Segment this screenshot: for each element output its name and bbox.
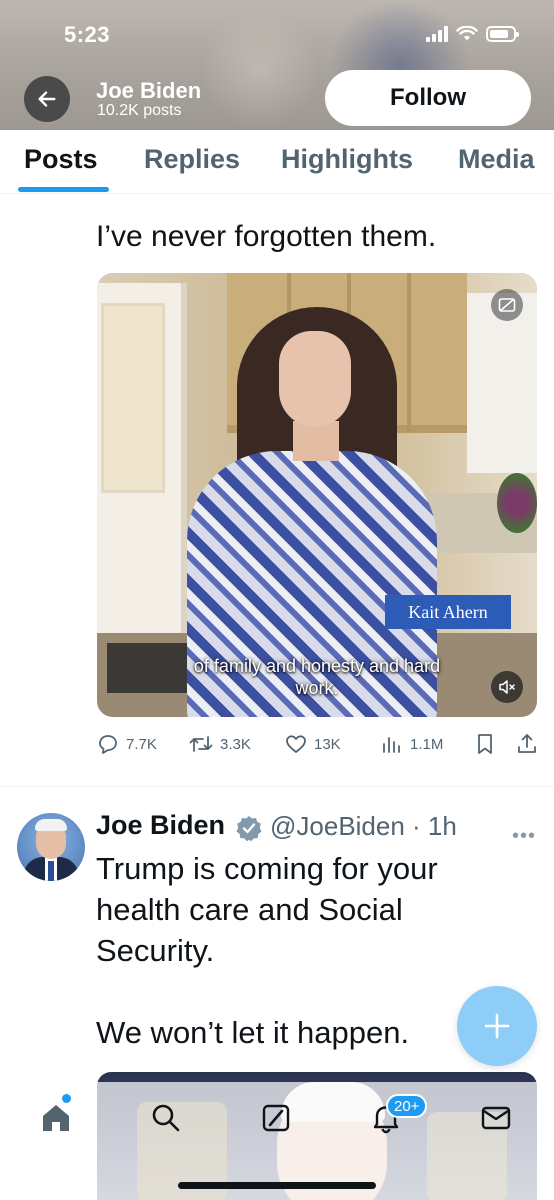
profile-name: Joe Biden — [96, 78, 202, 103]
bookmark-icon — [478, 734, 492, 754]
video-scene-flowers — [497, 473, 537, 533]
repost-button[interactable]: 3.3K — [188, 732, 251, 756]
author-handle-timestamp[interactable]: @JoeBiden · 1h — [270, 811, 457, 842]
mute-button[interactable] — [491, 671, 523, 703]
notification-count-badge: 20+ — [386, 1094, 428, 1118]
more-options-icon[interactable]: ••• — [512, 826, 536, 846]
nav-messages[interactable] — [476, 1098, 516, 1138]
captions-toggle-button[interactable] — [491, 289, 523, 321]
views-count: 1.1M — [410, 735, 444, 753]
video-caption: of family and honesty and hard work. — [193, 656, 441, 698]
heart-icon — [286, 735, 306, 753]
repost-icon — [189, 736, 213, 752]
tweet-text[interactable]: I’ve never forgotten them. — [96, 220, 436, 254]
share-button[interactable] — [516, 732, 538, 756]
wifi-icon — [456, 26, 478, 41]
profile-tabs: Posts Replies Highlights Media — [0, 130, 554, 194]
video-person-face — [279, 331, 351, 427]
repost-count: 3.3K — [220, 735, 251, 753]
tab-posts[interactable]: Posts — [24, 144, 98, 175]
plus-icon — [484, 1013, 510, 1039]
active-tab-indicator — [18, 187, 109, 192]
like-button[interactable]: 13K — [284, 732, 341, 756]
tab-replies[interactable]: Replies — [144, 144, 240, 175]
battery-icon — [486, 26, 519, 42]
follow-button[interactable]: Follow — [325, 70, 531, 126]
compose-post-button[interactable] — [457, 986, 537, 1066]
views-icon — [383, 737, 400, 753]
reply-count: 7.7K — [126, 735, 157, 753]
status-time: 5:23 — [64, 22, 111, 47]
nav-grok[interactable] — [256, 1098, 296, 1138]
tweet-divider — [0, 786, 554, 787]
home-unread-dot — [62, 1094, 71, 1103]
tweet-video[interactable]: Kait Ahern of family and honesty and har… — [97, 273, 537, 717]
volume-muted-icon — [499, 680, 515, 694]
grok-icon — [262, 1104, 290, 1132]
profile-post-count: 10.2K posts — [97, 102, 182, 119]
avatar[interactable] — [17, 813, 85, 881]
share-icon — [518, 734, 536, 753]
signal-icon — [426, 26, 448, 42]
status-icons — [426, 26, 519, 42]
reply-button[interactable]: 7.7K — [96, 732, 157, 756]
nav-home[interactable] — [36, 1098, 76, 1138]
tweet-text-2[interactable]: Trump is coming for your health care and… — [96, 848, 516, 1053]
home-indicator[interactable] — [178, 1182, 376, 1189]
search-icon — [152, 1104, 180, 1132]
like-count: 13K — [314, 735, 341, 753]
video-name-badge: Kait Ahern — [385, 595, 511, 629]
profile-header: 5:23 Joe Biden 10.2K posts Follow — [0, 0, 554, 130]
reply-icon — [99, 735, 117, 754]
tweet-action-bar: 7.7K 3.3K 13K 1.1M — [96, 732, 542, 762]
messages-icon — [481, 1106, 511, 1130]
captions-off-icon — [498, 298, 516, 312]
home-icon — [43, 1105, 69, 1131]
views-button[interactable]: 1.1M — [380, 732, 443, 756]
tab-media[interactable]: Media — [458, 144, 535, 175]
nav-search[interactable] — [146, 1098, 186, 1138]
author-name[interactable]: Joe Biden — [96, 810, 225, 841]
arrow-left-icon — [38, 91, 56, 107]
bookmark-button[interactable] — [474, 732, 496, 756]
video-person-neck — [293, 421, 339, 461]
verified-badge-icon — [236, 816, 262, 842]
header-banner-highlight — [200, 10, 320, 130]
back-button[interactable] — [24, 76, 70, 122]
tab-highlights[interactable]: Highlights — [281, 144, 413, 175]
